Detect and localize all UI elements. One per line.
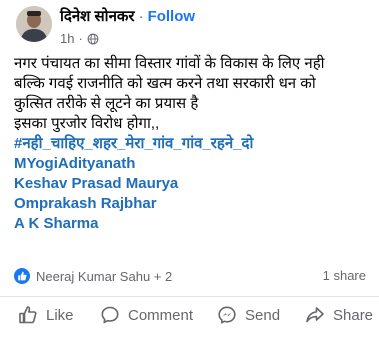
like-label: Like: [46, 306, 74, 324]
avatar-image: [16, 6, 52, 42]
post-header: दिनेश सोनकर · Follow 1h ·: [0, 0, 379, 52]
post-text-line: इसका पुरजोर विरोध होगा,,: [14, 115, 160, 132]
like-button[interactable]: Like: [18, 305, 74, 325]
post-time[interactable]: 1h: [60, 31, 74, 46]
messenger-icon: [218, 306, 236, 324]
follow-button[interactable]: Follow: [148, 8, 196, 25]
avatar[interactable]: [16, 6, 52, 42]
author-name[interactable]: दिनेश सोनकर: [60, 8, 135, 25]
post-meta: 1h ·: [60, 31, 99, 46]
post-text-line: कुत्सित तरीके से लूटने का प्रयास है: [14, 95, 199, 112]
comment-label: Comment: [128, 306, 194, 324]
like-reaction-icon: [14, 268, 30, 284]
share-button[interactable]: Share: [305, 305, 373, 325]
mention-link[interactable]: A K Sharma: [14, 214, 369, 234]
post-body: नगर पंचायत का सीमा विस्तार गांवों के विक…: [14, 54, 369, 234]
mention-link[interactable]: Keshav Prasad Maurya: [14, 174, 369, 194]
thumbs-up-icon: [19, 306, 37, 324]
hashtag-link[interactable]: #नही_चाहिए_शहर_मेरा_गांव_गांव_रहने_दो: [14, 134, 369, 154]
author-line: दिनेश सोनकर · Follow: [60, 6, 195, 26]
separator-dot-2: ·: [78, 31, 83, 46]
comment-button[interactable]: Comment: [100, 305, 193, 325]
comment-icon: [101, 306, 119, 324]
globe-icon: [87, 33, 99, 44]
reaction-summary[interactable]: Neeraj Kumar Sahu + 2: [14, 268, 172, 284]
post-text-line: नगर पंचायत का सीमा विस्तार गांवों के विक…: [14, 55, 325, 72]
mention-link[interactable]: Omprakash Rajbhar: [14, 194, 369, 214]
share-arrow-icon: [306, 307, 324, 323]
separator-dot: ·: [138, 8, 144, 25]
mention-link[interactable]: MYogiAdityanath: [14, 154, 369, 174]
send-button[interactable]: Send: [217, 305, 280, 325]
share-label: Share: [333, 306, 374, 324]
send-label: Send: [245, 306, 281, 324]
share-count[interactable]: 1 share: [323, 268, 366, 283]
action-bar: Like Comment Send Share: [0, 296, 379, 333]
reaction-names: Neeraj Kumar Sahu + 2: [36, 268, 173, 284]
post-text-line: बल्कि गवई राजनीति को खत्म करने तथा सरकार…: [14, 75, 316, 92]
reactions-bar: Neeraj Kumar Sahu + 2 1 share: [14, 268, 366, 288]
